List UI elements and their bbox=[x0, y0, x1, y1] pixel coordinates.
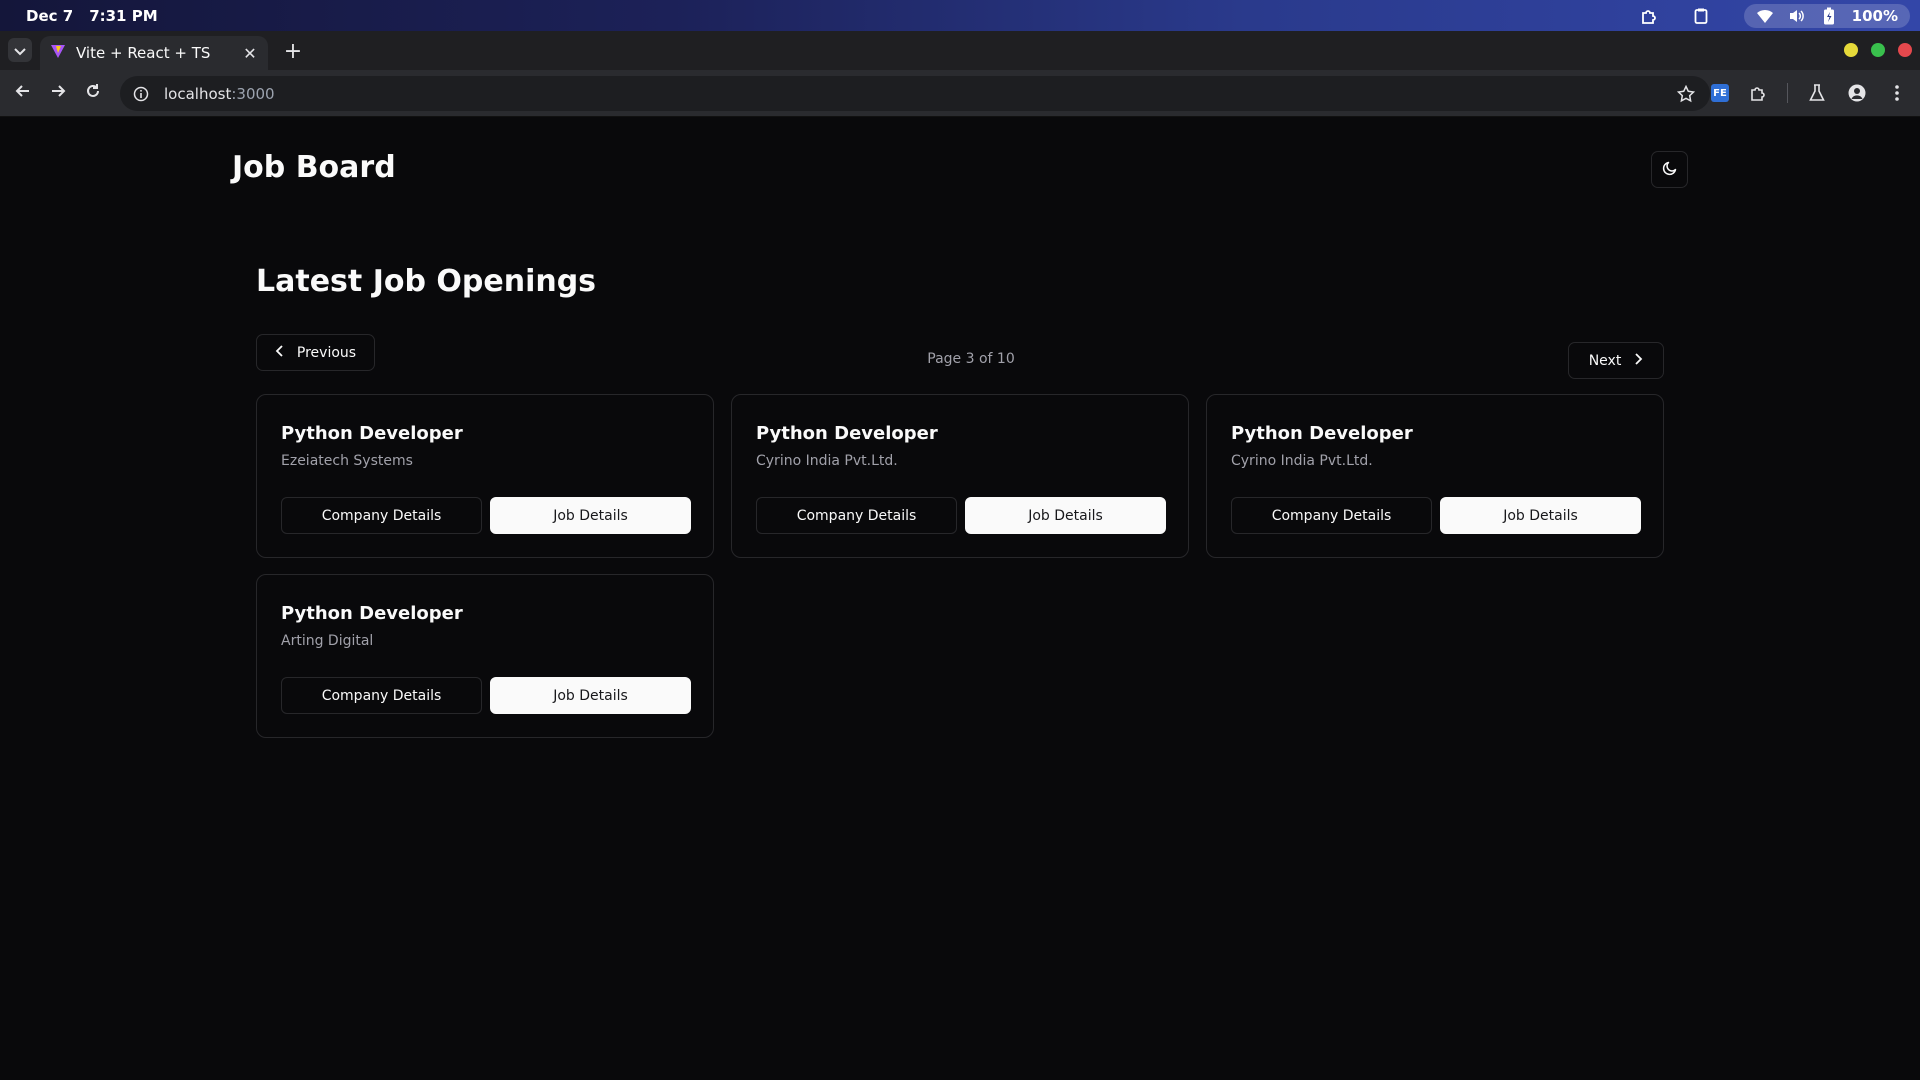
clipboard-icon[interactable] bbox=[1692, 7, 1710, 25]
company-details-button[interactable]: Company Details bbox=[1231, 497, 1432, 534]
labs-flask-icon[interactable] bbox=[1806, 82, 1828, 104]
browser-tab-strip: Vite + React + TS ✕ + bbox=[0, 31, 1920, 70]
job-details-button[interactable]: Job Details bbox=[490, 497, 691, 534]
bookmark-star-icon[interactable] bbox=[1676, 84, 1696, 104]
job-title: Python Developer bbox=[281, 603, 463, 624]
battery-percent: 100% bbox=[1851, 6, 1898, 25]
volume-icon bbox=[1788, 7, 1806, 25]
chevron-left-icon bbox=[275, 344, 285, 361]
toolbar-divider bbox=[1787, 83, 1788, 103]
vite-favicon-icon bbox=[50, 43, 66, 63]
arrow-left-icon bbox=[15, 83, 31, 103]
app-title: Job Board bbox=[232, 150, 396, 185]
battery-icon bbox=[1820, 7, 1838, 25]
job-details-button[interactable]: Job Details bbox=[965, 497, 1166, 534]
company-details-button[interactable]: Company Details bbox=[281, 677, 482, 714]
browser-tab-active[interactable]: Vite + React + TS ✕ bbox=[40, 36, 268, 70]
job-details-button[interactable]: Job Details bbox=[1440, 497, 1641, 534]
job-title: Python Developer bbox=[756, 423, 938, 444]
extension-puzzle-icon[interactable] bbox=[1640, 7, 1658, 25]
job-card: Python Developer Ezeiatech Systems Compa… bbox=[256, 394, 714, 558]
company-name: Arting Digital bbox=[281, 633, 374, 649]
job-card: Python Developer Cyrino India Pvt.Ltd. C… bbox=[731, 394, 1189, 558]
company-name: Cyrino India Pvt.Ltd. bbox=[1231, 453, 1373, 469]
close-window-button[interactable] bbox=[1898, 43, 1912, 57]
chevron-down-icon bbox=[14, 41, 26, 60]
theme-toggle-button[interactable] bbox=[1651, 151, 1688, 188]
os-date: Dec 7 bbox=[26, 6, 74, 25]
forward-button[interactable] bbox=[47, 82, 69, 104]
job-board-page: Job Board Latest Job Openings Previous P… bbox=[0, 118, 1920, 1080]
previous-page-button[interactable]: Previous bbox=[256, 334, 375, 371]
maximize-button[interactable] bbox=[1871, 43, 1885, 57]
next-page-button[interactable]: Next bbox=[1568, 342, 1664, 379]
address-bar[interactable]: localhost:3000 bbox=[120, 76, 1710, 111]
os-status-pill[interactable]: 100% bbox=[1743, 3, 1910, 28]
os-time: 7:31 PM bbox=[89, 6, 158, 25]
job-title: Python Developer bbox=[1231, 423, 1413, 444]
previous-label: Previous bbox=[296, 344, 357, 361]
kebab-menu-icon[interactable] bbox=[1886, 82, 1908, 104]
page-indicator: Page 3 of 10 bbox=[927, 351, 1015, 367]
site-info-icon[interactable] bbox=[132, 85, 150, 103]
browser-toolbar: localhost:3000 FE bbox=[0, 70, 1920, 117]
job-card: Python Developer Arting Digital Company … bbox=[256, 574, 714, 738]
job-title: Python Developer bbox=[281, 423, 463, 444]
section-title: Latest Job Openings bbox=[256, 264, 597, 299]
next-label: Next bbox=[1588, 352, 1622, 369]
company-details-button[interactable]: Company Details bbox=[281, 497, 482, 534]
url-host: localhost bbox=[164, 84, 232, 103]
tab-title: Vite + React + TS bbox=[76, 44, 211, 62]
extensions-puzzle-icon[interactable] bbox=[1747, 82, 1769, 104]
back-button[interactable] bbox=[12, 82, 34, 104]
extension-badge-icon[interactable]: FE bbox=[1711, 84, 1729, 102]
moon-icon bbox=[1662, 160, 1678, 179]
job-details-button[interactable]: Job Details bbox=[490, 677, 691, 714]
wifi-icon bbox=[1756, 7, 1774, 25]
tab-close-icon[interactable]: ✕ bbox=[242, 44, 258, 63]
job-card: Python Developer Cyrino India Pvt.Ltd. C… bbox=[1206, 394, 1664, 558]
chevron-right-icon bbox=[1633, 352, 1643, 369]
os-clock[interactable]: Dec 7 7:31 PM bbox=[26, 0, 158, 31]
company-name: Ezeiatech Systems bbox=[281, 453, 413, 469]
os-top-bar: Dec 7 7:31 PM 100% bbox=[0, 0, 1920, 31]
profile-avatar-icon[interactable] bbox=[1846, 82, 1868, 104]
reload-icon bbox=[85, 83, 101, 103]
new-tab-button[interactable]: + bbox=[282, 38, 304, 64]
minimize-button[interactable] bbox=[1844, 43, 1858, 57]
company-name: Cyrino India Pvt.Ltd. bbox=[756, 453, 898, 469]
company-details-button[interactable]: Company Details bbox=[756, 497, 957, 534]
reload-button[interactable] bbox=[82, 82, 104, 104]
arrow-right-icon bbox=[50, 83, 66, 103]
url-port: :3000 bbox=[231, 84, 275, 103]
window-controls bbox=[1844, 43, 1912, 57]
plus-icon: + bbox=[283, 38, 303, 64]
tab-search-button[interactable] bbox=[8, 38, 32, 62]
